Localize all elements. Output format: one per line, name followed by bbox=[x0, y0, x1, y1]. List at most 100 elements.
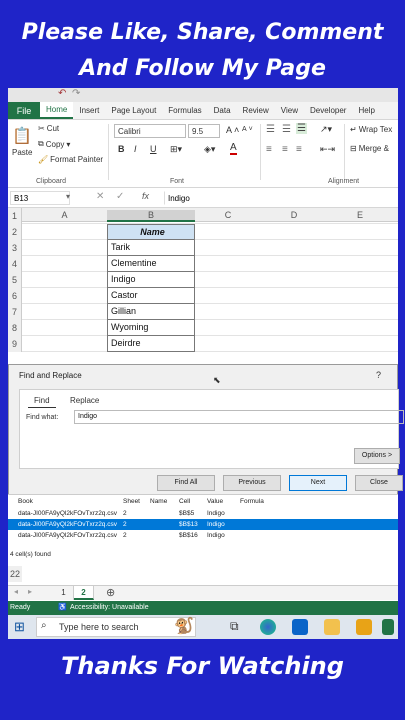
tab-find[interactable]: Find bbox=[28, 394, 56, 408]
borders-icon[interactable]: ⊞▾ bbox=[170, 144, 182, 155]
task-view-icon[interactable]: ⧉ bbox=[230, 619, 239, 634]
align-right-icon[interactable]: ≡ bbox=[296, 144, 302, 155]
find-next-button[interactable]: Next bbox=[289, 475, 347, 491]
windows-start-icon[interactable]: ⊞ bbox=[14, 619, 25, 635]
row-number[interactable]: 2 bbox=[8, 224, 22, 240]
tab-file[interactable]: File bbox=[8, 102, 40, 119]
row-number[interactable]: 1 bbox=[8, 208, 22, 224]
tab-review[interactable]: Review bbox=[237, 102, 275, 119]
row-number[interactable]: 6 bbox=[8, 288, 22, 304]
insert-function-icon[interactable]: fx bbox=[142, 191, 149, 201]
result-row[interactable]: data-JI00FA9yQl2kFOvTxrz2q.csv 2 $B$16 I… bbox=[8, 530, 398, 541]
redo-icon[interactable]: ↷ bbox=[72, 88, 80, 99]
row-number[interactable]: 9 bbox=[8, 336, 22, 352]
font-name-select[interactable]: Calibri bbox=[114, 124, 186, 138]
cell-b[interactable]: Gillian bbox=[107, 304, 195, 320]
italic-button[interactable]: I bbox=[134, 144, 137, 154]
results-col-value[interactable]: Value bbox=[207, 496, 223, 507]
results-col-cell[interactable]: Cell bbox=[179, 496, 190, 507]
font-size-select[interactable]: 9.5 bbox=[188, 124, 220, 138]
results-col-book[interactable]: Book bbox=[18, 496, 33, 507]
table-row: 4 Clementine bbox=[8, 256, 398, 272]
tab-insert[interactable]: Insert bbox=[73, 102, 105, 119]
align-left-icon[interactable]: ≡ bbox=[266, 144, 272, 155]
sheet-tab-2[interactable]: 2 bbox=[74, 586, 94, 600]
cell-b[interactable]: Tarik bbox=[107, 240, 195, 256]
indent-icon[interactable]: ⇤⇥ bbox=[320, 144, 335, 155]
cell-b[interactable]: Castor bbox=[107, 288, 195, 304]
help-button[interactable]: ? bbox=[376, 370, 381, 380]
font-color-icon[interactable]: A bbox=[230, 142, 237, 155]
formula-input[interactable]: Indigo bbox=[164, 191, 396, 205]
cell-b[interactable]: Clementine bbox=[107, 256, 195, 272]
result-row-selected[interactable]: data-JI00FA9yQl2kFOvTxrz2q.csv 2 $B$13 I… bbox=[8, 519, 398, 530]
copy-button[interactable]: ⧉ Copy ▾ bbox=[38, 139, 70, 149]
cell-b[interactable]: Deirdre bbox=[107, 336, 195, 352]
name-box[interactable]: B13 bbox=[10, 191, 70, 205]
grow-font-button[interactable]: A ˄ bbox=[226, 125, 239, 135]
sticky-notes-icon[interactable] bbox=[356, 619, 372, 635]
find-previous-button[interactable]: Previous bbox=[223, 475, 281, 491]
mail-icon[interactable] bbox=[292, 619, 308, 635]
status-ready: Ready bbox=[10, 604, 31, 611]
tab-data[interactable]: Data bbox=[208, 102, 237, 119]
row-number[interactable]: 8 bbox=[8, 320, 22, 336]
find-what-input[interactable]: Indigo bbox=[74, 410, 404, 424]
options-button[interactable]: Options > bbox=[354, 448, 400, 464]
align-center-icon[interactable]: ≡ bbox=[282, 144, 288, 155]
align-top-icon[interactable]: ☰ bbox=[266, 124, 275, 135]
shrink-font-button[interactable]: A ˅ bbox=[242, 126, 253, 133]
tab-view[interactable]: View bbox=[275, 102, 304, 119]
align-bottom-icon[interactable]: ☰ bbox=[296, 123, 307, 134]
sheet-tab-1[interactable]: 1 bbox=[54, 586, 74, 600]
enter-icon[interactable]: ✓ bbox=[116, 191, 124, 202]
bold-button[interactable]: B bbox=[118, 144, 125, 154]
results-col-formula[interactable]: Formula bbox=[240, 496, 264, 507]
tab-help[interactable]: Help bbox=[352, 102, 380, 119]
taskbar-search-input[interactable]: Type here to search bbox=[36, 617, 196, 637]
accessibility-icon: ♿ bbox=[58, 604, 67, 611]
add-sheet-icon[interactable]: ⊕ bbox=[106, 586, 115, 599]
divider bbox=[344, 124, 345, 180]
fill-color-icon[interactable]: ◈▾ bbox=[204, 144, 215, 155]
alignment-group-label: Alignment bbox=[328, 178, 360, 185]
find-all-button[interactable]: Find All bbox=[157, 475, 215, 491]
cut-button[interactable]: ✂ Cut bbox=[38, 124, 59, 133]
row-number[interactable]: 7 bbox=[8, 304, 22, 320]
results-status: 4 cell(s) found bbox=[10, 551, 51, 558]
result-row[interactable]: data-JI00FA9yQl2kFOvTxrz2q.csv 2 $B$5 In… bbox=[8, 508, 398, 519]
close-button[interactable]: Close bbox=[355, 475, 403, 491]
row-number[interactable]: 3 bbox=[8, 240, 22, 256]
results-col-name[interactable]: Name bbox=[150, 496, 167, 507]
align-middle-icon[interactable]: ☰ bbox=[282, 124, 291, 135]
tab-page-layout[interactable]: Page Layout bbox=[105, 102, 162, 119]
orientation-icon[interactable]: ↗▾ bbox=[320, 124, 332, 135]
edge-icon[interactable] bbox=[260, 619, 276, 635]
row-number[interactable]: 5 bbox=[8, 272, 22, 288]
results-col-sheet[interactable]: Sheet bbox=[123, 496, 140, 507]
prev-sheet-icon[interactable]: ◂ bbox=[14, 587, 18, 596]
status-accessibility[interactable]: Accessibility: Unavailable bbox=[70, 601, 149, 615]
cancel-icon[interactable]: ✕ bbox=[96, 191, 104, 202]
row-number[interactable]: 22 bbox=[8, 566, 22, 582]
wrap-text-icon: ↵ bbox=[350, 125, 357, 134]
tab-replace[interactable]: Replace bbox=[64, 394, 105, 407]
undo-icon[interactable]: ↶ bbox=[58, 88, 66, 99]
sheet-tab-bar: ◂ ▸ 1 2 ⊕ bbox=[8, 585, 398, 600]
tab-formulas[interactable]: Formulas bbox=[162, 102, 207, 119]
merge-center-button[interactable]: ⊟ Merge & bbox=[350, 144, 389, 153]
cell-b[interactable]: Indigo bbox=[107, 272, 195, 288]
row-number[interactable]: 4 bbox=[8, 256, 22, 272]
next-sheet-icon[interactable]: ▸ bbox=[28, 587, 32, 596]
file-explorer-icon[interactable] bbox=[324, 619, 340, 635]
tab-home[interactable]: Home bbox=[40, 102, 74, 119]
underline-button[interactable]: U bbox=[150, 144, 157, 154]
excel-taskbar-icon[interactable] bbox=[382, 619, 394, 635]
cell-b2-header[interactable]: Name bbox=[107, 224, 195, 240]
wrap-text-button[interactable]: ↵ Wrap Tex bbox=[350, 125, 392, 134]
format-painter-button[interactable]: 🖌 Format Painter bbox=[38, 155, 103, 164]
tab-developer[interactable]: Developer bbox=[304, 102, 352, 119]
cell-b[interactable]: Wyoming bbox=[107, 320, 195, 336]
chevron-down-icon[interactable]: ▾ bbox=[66, 192, 70, 201]
paste-button[interactable]: 📋 Paste bbox=[12, 126, 32, 157]
